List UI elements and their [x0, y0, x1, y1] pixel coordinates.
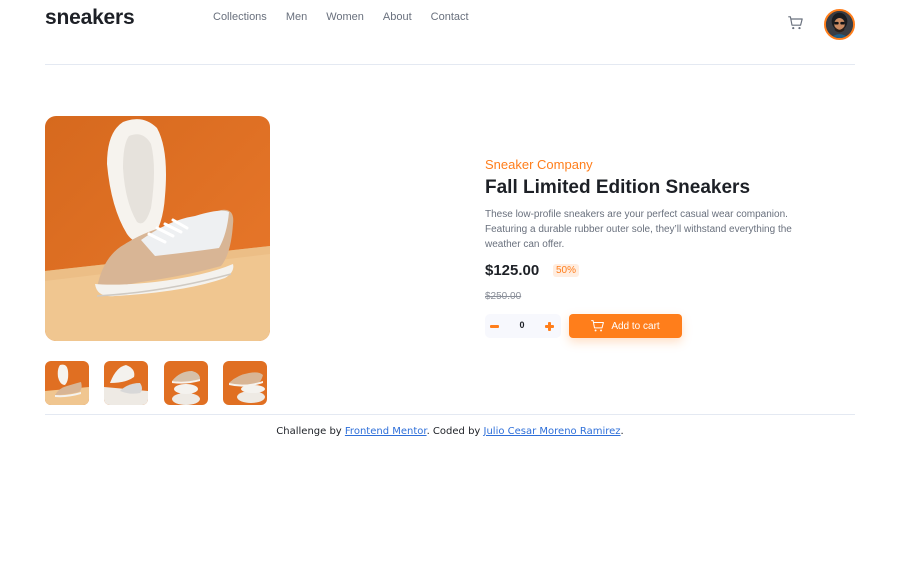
thumbnail-4[interactable] [223, 361, 267, 405]
current-price: $125.00 [485, 262, 540, 279]
cart-icon [591, 320, 605, 332]
logo: sneakers [45, 6, 135, 29]
nav-link-about[interactable]: About [383, 11, 412, 23]
attribution: Challenge by Frontend Mentor. Coded by J… [0, 426, 900, 437]
plus-icon[interactable] [543, 319, 557, 333]
add-to-cart-label: Add to cart [611, 320, 660, 332]
main-product-image[interactable] [45, 116, 270, 341]
product-description: These low-profile sneakers are your perf… [485, 209, 792, 250]
thumbnail-2[interactable] [104, 361, 148, 405]
avatar[interactable] [824, 9, 855, 40]
original-price: $250.00 [485, 291, 522, 302]
nav-link-women[interactable]: Women [326, 11, 364, 23]
author-link[interactable]: Julio Cesar Moreno Ramirez [484, 426, 621, 437]
add-to-cart-button[interactable]: Add to cart [569, 314, 682, 338]
frontend-mentor-link[interactable]: Frontend Mentor [345, 426, 427, 437]
nav-link-contact[interactable]: Contact [431, 11, 469, 23]
footer-divider [45, 414, 855, 415]
attribution-suffix: . [620, 426, 624, 437]
product-title: Fall Limited Edition Sneakers [485, 177, 751, 198]
header-divider [45, 64, 855, 65]
minus-icon[interactable] [489, 319, 503, 333]
company-name: Sneaker Company [485, 157, 593, 172]
attribution-prefix: Challenge by [276, 426, 345, 437]
nav-link-men[interactable]: Men [286, 11, 307, 23]
quantity-value: 0 [519, 320, 525, 330]
thumbnail-1[interactable] [45, 361, 89, 405]
nav-link-collections[interactable]: Collections [213, 11, 267, 23]
quantity-stepper: 0 [485, 314, 561, 338]
thumbnail-3[interactable] [164, 361, 208, 405]
main-nav: Collections Men Women About Contact [213, 11, 488, 23]
cart-icon[interactable] [788, 15, 804, 31]
attribution-middle: . Coded by [426, 426, 484, 437]
discount-badge: 50% [553, 264, 580, 277]
